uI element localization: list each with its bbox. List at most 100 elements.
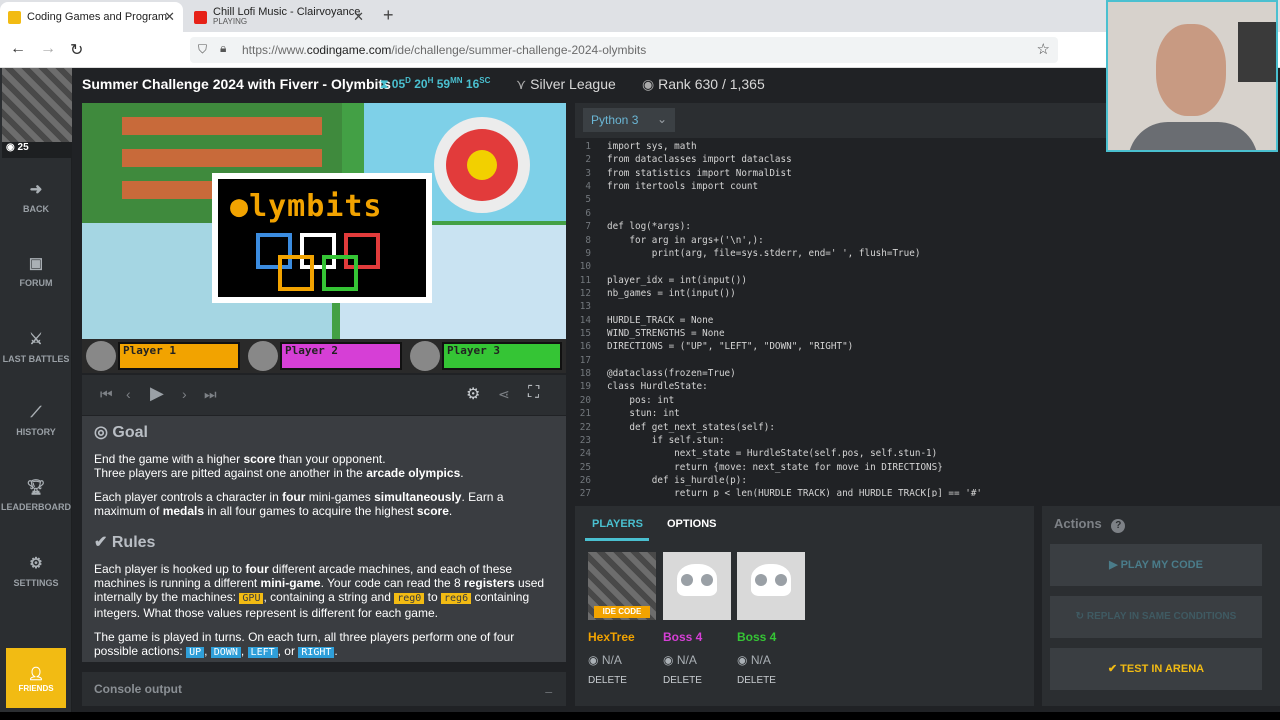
code-line[interactable]: 3 from statistics import NormalDist xyxy=(575,167,1270,180)
code-line[interactable]: 8 for arg in args+('\n',): xyxy=(575,234,1270,247)
friends-button[interactable]: 👤︎ FRIENDS xyxy=(6,648,66,708)
tab-lofi-music[interactable]: Chill Lofi Music - Clairvoyance PLAYING … xyxy=(186,2,372,32)
help-icon[interactable]: ? xyxy=(1111,519,1126,533)
code-line[interactable]: 18 @dataclass(frozen=True) xyxy=(575,367,1270,380)
actions-panel: Actions ? ▶ PLAY MY CODE ↻ REPLAY IN SAM… xyxy=(1042,506,1280,706)
league-badge[interactable]: ⋎ Silver League xyxy=(516,76,616,93)
trophy-icon: 🏆︎ xyxy=(26,479,46,496)
code-line[interactable]: 11 player_idx = int(input()) xyxy=(575,274,1270,287)
line-number: 9 xyxy=(585,247,591,259)
step-back-icon[interactable]: ‹ xyxy=(126,386,131,402)
code-line[interactable]: 24 next_state = HurdleState(self.pos, se… xyxy=(575,447,1270,460)
rank-icon: ◉ xyxy=(588,653,602,667)
delete-player-button[interactable]: DELETE xyxy=(663,675,731,686)
youtube-favicon-icon xyxy=(194,10,207,24)
delete-player-button[interactable]: DELETE xyxy=(588,675,656,686)
code-line[interactable]: 6 xyxy=(575,207,1270,220)
game-viewer[interactable]: ●lymbits Player 1 Player 2 Player 3 xyxy=(82,103,566,373)
console-output-panel[interactable]: Console output _ xyxy=(82,672,566,706)
reload-icon[interactable]: ↻ xyxy=(70,40,83,60)
language-value: Python 3 xyxy=(591,113,639,127)
player-score: ◉ N/A xyxy=(663,653,697,667)
step-forward-icon[interactable]: › xyxy=(182,386,187,402)
sidebar: ◉ 25 ➜ BACK ▣ FORUM ⚔ LAST BATTLES ⟋ HISTORY… xyxy=(0,68,72,720)
line-number: 23 xyxy=(579,434,591,446)
tab-players[interactable]: PLAYERS xyxy=(592,518,643,530)
sidebar-item-back[interactable]: ➜ BACK xyxy=(0,180,72,214)
share-icon[interactable]: ⋖ xyxy=(498,386,510,403)
line-number: 3 xyxy=(585,167,591,179)
line-number: 12 xyxy=(579,287,591,299)
close-tab-icon[interactable]: ✕ xyxy=(164,9,175,25)
avatar[interactable] xyxy=(2,68,72,142)
bookmark-star-icon[interactable]: ☆ xyxy=(1037,40,1050,58)
player-slot[interactable]: Boss 4 ◉ N/A DELETE xyxy=(663,552,731,686)
code-line[interactable]: 19 class HurdleState: xyxy=(575,380,1270,393)
tab-codingame[interactable]: Coding Games and Programmi ✕ xyxy=(0,2,183,32)
close-tab-icon[interactable]: ✕ xyxy=(353,9,364,25)
code-text: return {move: next_state for move in DIR… xyxy=(607,461,943,473)
shield-icon: ⛉ xyxy=(198,42,208,56)
forward-arrow-icon[interactable]: → xyxy=(40,40,56,58)
gear-icon[interactable]: ⚙ xyxy=(466,384,480,404)
code-line[interactable]: 22 def get_next_states(self): xyxy=(575,421,1270,434)
code-line[interactable]: 12 nb_games = int(input()) xyxy=(575,287,1270,300)
sidebar-item-label: LAST BATTLES xyxy=(2,354,70,364)
code-line[interactable]: 7 def log(*args): xyxy=(575,220,1270,233)
skip-start-icon[interactable]: ⏮ xyxy=(100,386,113,403)
delete-player-button[interactable]: DELETE xyxy=(737,675,805,686)
code-line[interactable]: 15 WIND_STRENGTHS = None xyxy=(575,327,1270,340)
fullscreen-icon[interactable]: ⛶ xyxy=(528,384,539,402)
line-number: 10 xyxy=(579,261,591,273)
player-slot[interactable]: IDE CODE HexTree ◉ N/A DELETE xyxy=(588,552,656,686)
rank-icon: ◉ xyxy=(737,653,751,667)
code-line[interactable]: 27 return p < len(HURDLE_TRACK) and HURD… xyxy=(575,487,1270,497)
play-icon[interactable]: ▶ xyxy=(150,383,164,404)
code-line[interactable]: 13 xyxy=(575,300,1270,313)
code-line[interactable]: 5 xyxy=(575,193,1270,206)
address-bar[interactable]: ⛉ 🔒︎ https://www.codingame.com/ide/chall… xyxy=(190,37,1058,63)
playback-controls: ⏮ ‹ ▶ › ⏭ ⚙ ⋖ ⛶ xyxy=(82,375,566,415)
sidebar-item-settings[interactable]: ⚙ SETTINGS xyxy=(0,554,72,588)
new-tab-plus-icon[interactable]: + xyxy=(383,5,394,26)
sidebar-item-leaderboard[interactable]: 🏆︎ LEADERBOARD xyxy=(0,478,72,512)
code-text: import sys, math xyxy=(607,141,697,152)
player-score: ◉ N/A xyxy=(588,653,622,667)
code-line[interactable]: 20 pos: int xyxy=(575,394,1270,407)
sidebar-item-last-battles[interactable]: ⚔ LAST BATTLES xyxy=(0,330,72,364)
code-line[interactable]: 10 xyxy=(575,260,1270,273)
player-slot[interactable]: Boss 4 ◉ N/A DELETE xyxy=(737,552,805,686)
code-line[interactable]: 9 print(arg, file=sys.stderr, end=' ', f… xyxy=(575,247,1270,260)
code-line[interactable]: 17 xyxy=(575,354,1270,367)
play-my-code-button[interactable]: ▶ PLAY MY CODE xyxy=(1050,544,1262,586)
replay-same-conditions-button[interactable]: ↻ REPLAY IN SAME CONDITIONS xyxy=(1050,596,1262,638)
code-line[interactable]: 4 from itertools import count xyxy=(575,180,1270,193)
code-text: @dataclass(frozen=True) xyxy=(607,368,736,380)
page-title: Summer Challenge 2024 with Fiverr - Olym… xyxy=(82,76,391,92)
code-line[interactable]: 16 DIRECTIONS = ("UP", "LEFT", "DOWN", "R… xyxy=(575,340,1270,353)
rules-paragraph: The game is played in turns. On each tur… xyxy=(94,630,515,658)
url-prefix: https://www. xyxy=(242,43,307,57)
gear-icon: ⚙ xyxy=(29,555,43,572)
sidebar-item-history[interactable]: ⟋ HISTORY xyxy=(0,404,72,437)
code-line[interactable]: 14 HURDLE_TRACK = None xyxy=(575,314,1270,327)
code-line[interactable]: 23 if self.stun: xyxy=(575,434,1270,447)
sidebar-item-label: LEADERBOARD xyxy=(0,502,71,512)
rank-label: Rank xyxy=(658,76,691,92)
language-select[interactable]: Python 3 ⌄ xyxy=(583,108,675,132)
back-arrow-icon[interactable]: ← xyxy=(10,40,26,58)
minimize-icon[interactable]: _ xyxy=(545,680,552,694)
tab-title: Coding Games and Programmi xyxy=(27,11,167,23)
code-line[interactable]: 2 from dataclasses import dataclass xyxy=(575,153,1270,166)
code-line[interactable]: 21 stun: int xyxy=(575,407,1270,420)
game-scene: ●lymbits xyxy=(82,103,566,339)
code-line[interactable]: 25 return {move: next_state for move in … xyxy=(575,461,1270,474)
skip-end-icon[interactable]: ⏭ xyxy=(204,386,217,403)
sidebar-item-forum[interactable]: ▣ FORUM xyxy=(0,254,72,288)
code-editor[interactable]: 1 import sys, math 2 from dataclasses impor… xyxy=(575,140,1270,497)
tab-options[interactable]: OPTIONS xyxy=(667,518,717,530)
code-line[interactable]: 26 def is_hurdle(p): xyxy=(575,474,1270,487)
test-in-arena-button[interactable]: ✔ TEST IN ARENA xyxy=(1050,648,1262,690)
chevron-down-icon: ⌄ xyxy=(656,112,667,126)
code-text: for arg in args+('\n',): xyxy=(607,234,764,246)
